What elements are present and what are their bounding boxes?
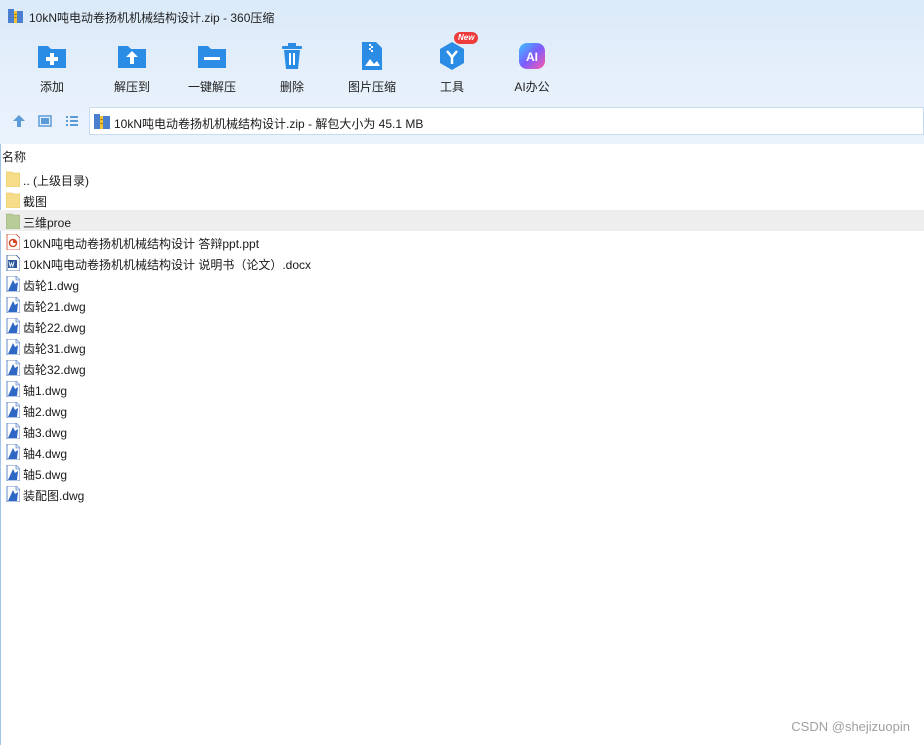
file-name: 齿轮22.dwg	[23, 321, 86, 335]
address-row: 10kN吨电动卷扬机机械结构设计.zip - 解包大小为 45.1 MB	[0, 106, 924, 136]
watermark: CSDN @shejizuopin	[791, 719, 910, 734]
file-name: 轴5.dwg	[23, 468, 68, 482]
file-row[interactable]: 轴3.dwg	[0, 420, 924, 441]
dwg-file-icon	[6, 317, 21, 335]
zip-archive-icon	[94, 114, 110, 129]
list-view-icon[interactable]	[65, 114, 79, 128]
file-row[interactable]: 轴1.dwg	[0, 378, 924, 399]
dwg-file-icon	[6, 296, 21, 314]
file-name: 齿轮32.dwg	[23, 363, 86, 377]
one-click-extract-button[interactable]: 一键解压	[172, 34, 252, 98]
dwg-file-icon	[6, 401, 21, 419]
word-file-icon	[6, 254, 21, 272]
add-button[interactable]: 添加	[12, 34, 92, 98]
ai-icon-text: AI	[526, 50, 538, 64]
dwg-file-icon	[6, 338, 21, 356]
ai-office-label: AI办公	[514, 80, 550, 94]
dwg-file-icon	[6, 485, 21, 503]
file-row[interactable]: 10kN吨电动卷扬机机械结构设计 说明书（论文）.docx	[0, 252, 924, 273]
file-row[interactable]: 齿轮32.dwg	[0, 357, 924, 378]
file-row[interactable]: 轴5.dwg	[0, 462, 924, 483]
file-row[interactable]: .. (上级目录)	[0, 168, 924, 189]
file-row[interactable]: 轴4.dwg	[0, 441, 924, 462]
dwg-file-icon	[6, 359, 21, 377]
file-name: 截图	[23, 195, 48, 209]
extract-to-label: 解压到	[113, 80, 150, 94]
folder-icon	[5, 213, 21, 230]
dwg-file-icon	[6, 422, 21, 440]
delete-label: 删除	[279, 80, 304, 94]
new-badge: New	[454, 32, 479, 44]
title-bar: 10kN吨电动卷扬机机械结构设计.zip - 360压缩	[0, 0, 924, 32]
file-list: .. (上级目录) 截图三维proe 10kN吨电动卷扬机机械结构设计 答辩ppt.…	[0, 168, 924, 504]
thumbnail-view-icon[interactable]	[38, 114, 52, 128]
image-compress-label: 图片压缩	[347, 80, 396, 94]
file-row[interactable]: 装配图.dwg	[0, 483, 924, 504]
file-row[interactable]: 齿轮1.dwg	[0, 273, 924, 294]
file-row[interactable]: 轴2.dwg	[0, 399, 924, 420]
window-title: 10kN吨电动卷扬机机械结构设计.zip - 360压缩	[29, 11, 275, 25]
extract-to-button[interactable]: 解压到	[92, 34, 172, 98]
trash-icon	[282, 43, 302, 69]
folder-icon	[5, 192, 21, 209]
toolbar: 添加 解压到 一键解压 删除 图片压缩 New 工具 AI AI办公	[0, 32, 924, 100]
file-name: 轴2.dwg	[23, 405, 68, 419]
file-name: 轴4.dwg	[23, 447, 68, 461]
file-name: 轴3.dwg	[23, 426, 68, 440]
image-compress-icon	[362, 42, 382, 70]
add-label: 添加	[39, 80, 64, 94]
file-name: 轴1.dwg	[23, 384, 68, 398]
file-name: 齿轮1.dwg	[23, 279, 80, 293]
extract-folder-icon	[118, 46, 146, 68]
file-name: .. (上级目录)	[23, 174, 89, 188]
one-click-extract-icon	[198, 46, 226, 68]
zip-archive-icon	[8, 9, 23, 23]
file-row[interactable]: 齿轮21.dwg	[0, 294, 924, 315]
file-row[interactable]: 三维proe	[0, 210, 924, 231]
file-name: 10kN吨电动卷扬机机械结构设计 说明书（论文）.docx	[23, 258, 312, 272]
file-name: 齿轮31.dwg	[23, 342, 86, 356]
tools-label: 工具	[439, 80, 464, 94]
file-name: 齿轮21.dwg	[23, 300, 86, 314]
ai-office-icon: AI	[519, 43, 545, 69]
ppt-file-icon	[6, 233, 21, 251]
file-name: 10kN吨电动卷扬机机械结构设计 答辩ppt.ppt	[23, 237, 260, 251]
folder-icon	[5, 171, 21, 188]
file-row[interactable]: 齿轮22.dwg	[0, 315, 924, 336]
dwg-file-icon	[6, 464, 21, 482]
file-name: 三维proe	[23, 216, 72, 230]
file-row[interactable]: 10kN吨电动卷扬机机械结构设计 答辩ppt.ppt	[0, 231, 924, 252]
file-row[interactable]: 截图	[0, 189, 924, 210]
column-header[interactable]: 名称	[0, 145, 924, 164]
address-text: 10kN吨电动卷扬机机械结构设计.zip - 解包大小为 45.1 MB	[114, 117, 424, 131]
tools-button[interactable]: New 工具	[412, 32, 492, 98]
ai-office-button[interactable]: AI AI办公	[492, 34, 572, 98]
column-name-label: 名称	[2, 150, 27, 164]
address-bar[interactable]: 10kN吨电动卷扬机机械结构设计.zip - 解包大小为 45.1 MB	[89, 107, 924, 135]
dwg-file-icon	[6, 443, 21, 461]
delete-button[interactable]: 删除	[252, 34, 332, 98]
add-folder-icon	[38, 46, 66, 68]
dwg-file-icon	[6, 275, 21, 293]
file-name: 装配图.dwg	[23, 489, 85, 503]
one-click-extract-label: 一键解压	[187, 80, 236, 94]
dwg-file-icon	[6, 380, 21, 398]
image-compress-button[interactable]: 图片压缩	[332, 34, 412, 98]
tools-icon	[440, 42, 464, 70]
up-arrow-icon[interactable]	[12, 114, 26, 128]
file-row[interactable]: 齿轮31.dwg	[0, 336, 924, 357]
